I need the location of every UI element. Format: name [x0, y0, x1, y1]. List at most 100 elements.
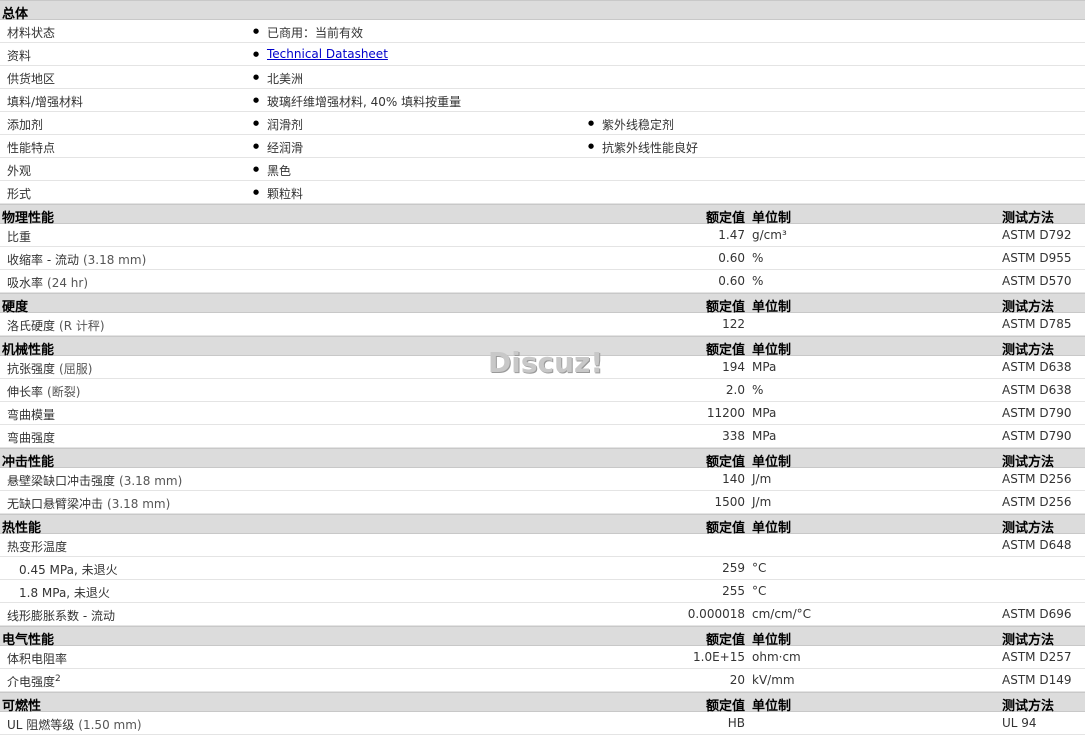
property-label: 线形膨胀系数 - 流动	[7, 607, 115, 624]
general-row: 添加剂 润滑剂 紫外线稳定剂	[0, 112, 1085, 135]
row-label: 填料/增强材料	[7, 95, 84, 109]
property-name: 伸长率	[7, 385, 44, 399]
property-unit: MPa	[752, 360, 777, 374]
property-label: 热变形温度	[7, 538, 67, 555]
property-label: 无缺口悬臂梁冲击 (3.18 mm)	[7, 495, 170, 512]
property-condition: (3.18 mm)	[107, 497, 171, 511]
property-label: 0.45 MPa, 未退火	[19, 561, 118, 578]
general-row: 性能特点 经润滑 抗紫外线性能良好	[0, 135, 1085, 158]
test-method: ASTM D257	[1002, 650, 1072, 664]
property-row: 弯曲强度 338 MPa ASTM D790	[0, 425, 1085, 448]
row-label: 材料状态	[7, 26, 56, 40]
property-name: 1.8 MPa, 未退火	[19, 586, 110, 600]
row-label: 形式	[7, 187, 32, 201]
property-label: 收缩率 - 流动 (3.18 mm)	[7, 251, 146, 268]
property-value: 259	[722, 561, 745, 575]
row-label: 资料	[7, 49, 32, 63]
property-label: UL 阻燃等级 (1.50 mm)	[7, 716, 142, 733]
test-method: ASTM D256	[1002, 472, 1072, 486]
property-condition: (断裂)	[47, 385, 81, 399]
property-unit: kV/mm	[752, 673, 795, 687]
footnote-ref[interactable]: 2	[55, 674, 61, 684]
property-unit: %	[752, 383, 764, 397]
property-row: 1.8 MPa, 未退火 255 °C	[0, 580, 1085, 603]
property-label: 弯曲强度	[7, 429, 55, 446]
bullet-item: 颗粒料	[253, 185, 303, 202]
general-row: 资料 Technical Datasheet	[0, 43, 1085, 66]
property-row: 伸长率 (断裂) 2.0% ASTM D638	[0, 379, 1085, 402]
property-row: 体积电阻率 1.0E+15 ohm·cm ASTM D257	[0, 646, 1085, 669]
property-row: 热变形温度 ASTM D648	[0, 534, 1085, 557]
bullet-item: 抗紫外线性能良好	[588, 139, 698, 156]
property-label: 介电强度2	[7, 673, 61, 690]
test-method: ASTM D785	[1002, 317, 1072, 331]
property-value: HB	[727, 716, 745, 730]
test-method: ASTM D638	[1002, 360, 1072, 374]
general-row: 材料状态 已商用：当前有效	[0, 20, 1085, 43]
property-label: 弯曲模量	[7, 406, 55, 423]
property-name: 无缺口悬臂梁冲击	[7, 497, 104, 511]
property-value: 122	[722, 317, 745, 331]
section-header: 电气性能 额定值 单位制 测试方法	[0, 626, 1085, 648]
property-unit: °C	[752, 584, 767, 598]
property-name: 抗张强度	[7, 362, 56, 376]
property-row: 吸水率 (24 hr) 0.60% ASTM D570	[0, 270, 1085, 293]
property-value: 0.000018	[687, 607, 745, 621]
property-label: 抗张强度 (屈服)	[7, 360, 92, 377]
property-value: 140	[722, 472, 745, 486]
property-name: 弯曲模量	[7, 408, 56, 422]
test-method: ASTM D790	[1002, 406, 1072, 420]
property-row: 线形膨胀系数 - 流动 0.000018 cm/cm/°C ASTM D696	[0, 603, 1085, 626]
property-value: 2.0	[725, 383, 745, 397]
property-value: 20	[729, 673, 745, 687]
property-name: 洛氏硬度	[7, 319, 56, 333]
test-method: ASTM D149	[1002, 673, 1072, 687]
property-row: 比重 1.47 g/cm³ ASTM D792	[0, 224, 1085, 247]
bullet-item: 北美洲	[253, 70, 303, 87]
property-condition: (24 hr)	[47, 276, 89, 290]
section-header: 硬度 额定值 单位制 测试方法	[0, 293, 1085, 315]
property-name: 收缩率 - 流动	[7, 253, 79, 267]
property-name: 体积电阻率	[7, 652, 68, 666]
property-name: 介电强度	[7, 675, 56, 689]
property-label: 比重	[7, 228, 31, 245]
section-header: 可燃性 额定值 单位制 测试方法	[0, 692, 1085, 714]
general-row: 填料/增强材料 玻璃纤维增强材料, 40% 填料按重量	[0, 89, 1085, 112]
property-value: 11200	[706, 406, 745, 420]
test-method: ASTM D256	[1002, 495, 1072, 509]
test-method: ASTM D648	[1002, 538, 1072, 552]
bullet-item: 黑色	[253, 162, 291, 179]
technical-datasheet-link[interactable]: Technical Datasheet	[267, 47, 388, 61]
property-label: 体积电阻率	[7, 650, 67, 667]
property-row: 悬壁梁缺口冲击强度 (3.18 mm) 140 J/m ASTM D256	[0, 468, 1085, 491]
section-header: 冲击性能 额定值 单位制 测试方法	[0, 448, 1085, 470]
property-row: 洛氏硬度 (R 计秤) 122 ASTM D785	[0, 313, 1085, 336]
property-row: 收缩率 - 流动 (3.18 mm) 0.60% ASTM D955	[0, 247, 1085, 270]
property-name: 吸水率	[7, 276, 44, 290]
property-unit: %	[752, 251, 764, 265]
property-value: 1500	[714, 495, 745, 509]
property-condition: (屈服)	[59, 362, 93, 376]
property-condition: (R 计秤)	[59, 319, 105, 333]
property-label: 洛氏硬度 (R 计秤)	[7, 317, 105, 334]
bullet-item: 已商用：当前有效	[253, 24, 363, 41]
property-unit: J/m	[752, 495, 772, 509]
property-row: 弯曲模量 11200 MPa ASTM D790	[0, 402, 1085, 425]
bullet-item: Technical Datasheet	[253, 47, 388, 61]
property-unit: MPa	[752, 406, 777, 420]
property-label: 悬壁梁缺口冲击强度 (3.18 mm)	[7, 472, 182, 489]
property-label: 1.8 MPa, 未退火	[19, 584, 110, 601]
test-method: UL 94	[1002, 716, 1037, 730]
property-unit: J/m	[752, 472, 772, 486]
section-header: 热性能 额定值 单位制 测试方法	[0, 514, 1085, 536]
general-row: 形式 颗粒料	[0, 181, 1085, 204]
property-unit: cm/cm/°C	[752, 607, 812, 621]
row-label: 性能特点	[7, 141, 56, 155]
property-value: 1.47	[718, 228, 745, 242]
test-method: ASTM D696	[1002, 607, 1072, 621]
property-row: 0.45 MPa, 未退火 259 °C	[0, 557, 1085, 580]
property-unit: °C	[752, 561, 767, 575]
test-method: ASTM D638	[1002, 383, 1072, 397]
property-name: 悬壁梁缺口冲击强度	[7, 474, 116, 488]
general-row: 供货地区 北美洲	[0, 66, 1085, 89]
